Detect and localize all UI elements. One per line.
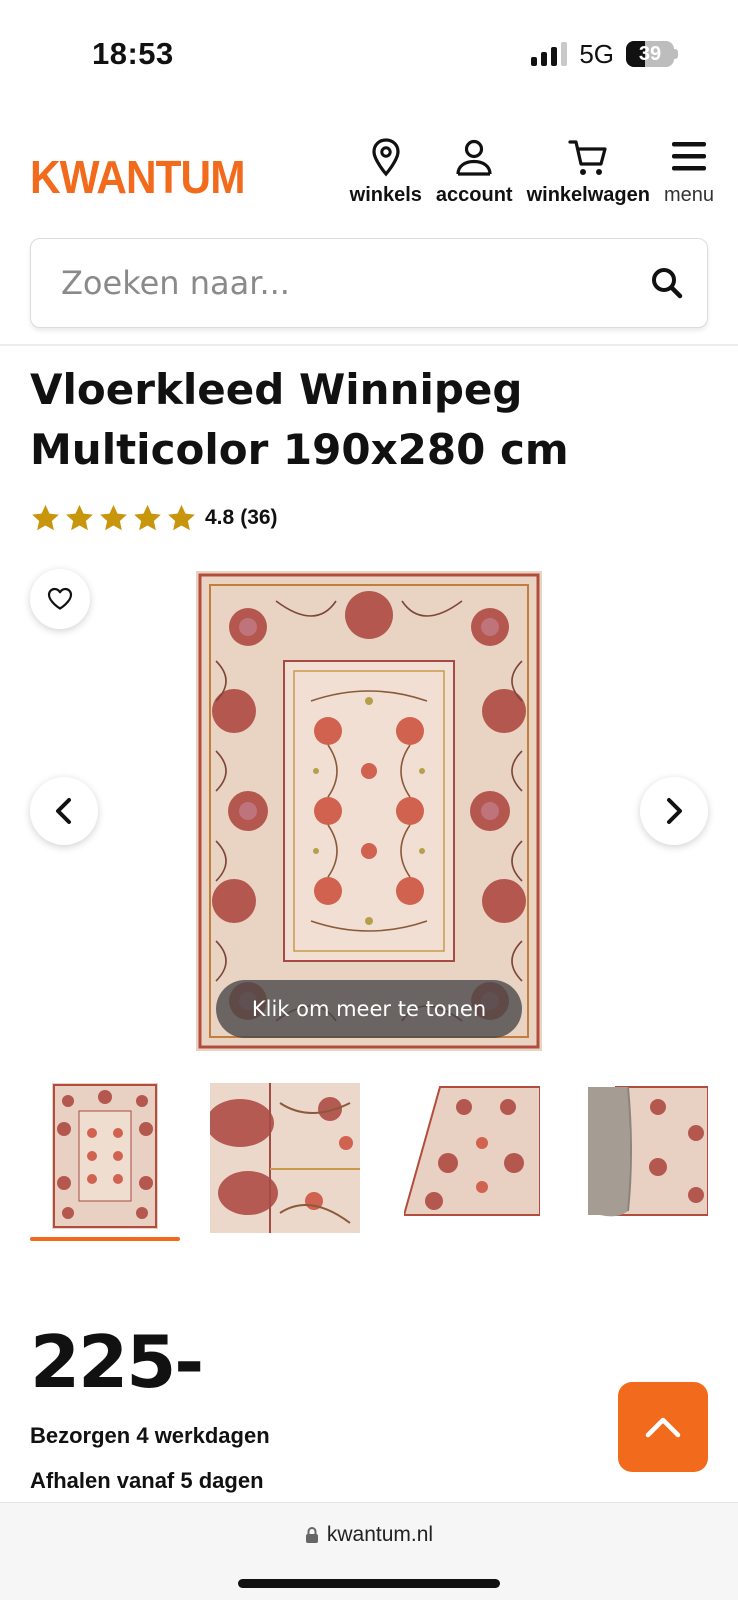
thumbnail-detail[interactable] <box>210 1083 360 1233</box>
show-more-overlay[interactable]: Klik om meer te tonen <box>216 980 522 1038</box>
rating-value: 4.8 <box>205 506 235 529</box>
nav-label-winkelwagen: winkelwagen <box>526 184 650 206</box>
nav-account[interactable]: account <box>436 136 513 207</box>
url-text: kwantum.nl <box>326 1523 434 1546</box>
kwantum-logo[interactable]: KWANTUM <box>30 150 245 204</box>
thumbnail-strip <box>0 1075 738 1245</box>
product-price: 225- <box>30 1320 204 1404</box>
status-time: 18:53 <box>92 36 174 71</box>
user-icon <box>456 139 492 176</box>
url-display[interactable]: kwantum.nl <box>0 1523 738 1547</box>
header-nav: winkels account winkelwagen menu <box>336 136 714 207</box>
search-bar <box>30 238 708 328</box>
gallery-prev-button[interactable] <box>30 777 98 845</box>
favorite-button[interactable] <box>30 569 90 629</box>
active-thumbnail-indicator <box>30 1237 180 1241</box>
status-bar: 18:53 5G 39 <box>0 0 738 110</box>
chevron-up-icon <box>645 1417 681 1438</box>
thumbnail-full-rug[interactable] <box>52 1083 158 1229</box>
nav-winkelwagen[interactable]: winkelwagen <box>527 136 650 207</box>
search-input[interactable] <box>31 239 627 327</box>
star-icon <box>168 504 195 531</box>
nav-winkels[interactable]: winkels <box>350 136 422 207</box>
rug-main-image[interactable] <box>196 571 542 1051</box>
location-pin-icon <box>372 138 400 177</box>
star-icon <box>100 504 127 531</box>
signal-icon <box>531 42 568 66</box>
network-type: 5G <box>579 38 614 69</box>
star-icon <box>66 504 93 531</box>
browser-address-bar[interactable]: kwantum.nl <box>0 1502 738 1600</box>
heart-icon <box>47 587 73 610</box>
lock-icon <box>305 1527 318 1543</box>
nav-label-menu: menu <box>663 184 714 206</box>
status-indicators: 5G 39 <box>531 38 678 70</box>
header-divider <box>0 344 738 346</box>
cart-icon <box>568 140 607 175</box>
delivery-info: Bezorgen 4 werkdagen <box>30 1423 270 1448</box>
home-indicator <box>238 1579 500 1588</box>
nav-label-winkels: winkels <box>349 184 422 206</box>
nav-label-account: account <box>435 184 513 206</box>
battery-level: 39 <box>638 43 662 65</box>
battery-icon: 39 <box>626 41 678 67</box>
search-button[interactable] <box>627 239 707 327</box>
hamburger-menu-icon <box>671 142 706 171</box>
site-header: KWANTUM winkels account winkelwagen menu <box>0 130 738 230</box>
chevron-right-icon <box>667 798 682 824</box>
star-icon <box>32 504 59 531</box>
gallery-next-button[interactable] <box>640 777 708 845</box>
thumbnail-backside[interactable] <box>588 1083 708 1219</box>
scroll-to-top-button[interactable] <box>618 1382 708 1472</box>
product-title: Vloerkleed Winnipeg Multicolor 190x280 c… <box>30 365 569 474</box>
thumbnail-angle[interactable] <box>404 1083 540 1219</box>
star-icon <box>134 504 161 531</box>
rating-stars <box>30 503 197 533</box>
pickup-info: Afhalen vanaf 5 dagen <box>30 1468 264 1493</box>
search-icon <box>652 268 683 299</box>
rating-count: (36) <box>240 506 278 529</box>
product-rating[interactable]: 4.8 (36) <box>30 503 278 533</box>
product-gallery: Klik om meer te tonen <box>0 555 738 1055</box>
chevron-left-icon <box>56 798 71 824</box>
nav-menu[interactable]: menu <box>664 136 714 207</box>
